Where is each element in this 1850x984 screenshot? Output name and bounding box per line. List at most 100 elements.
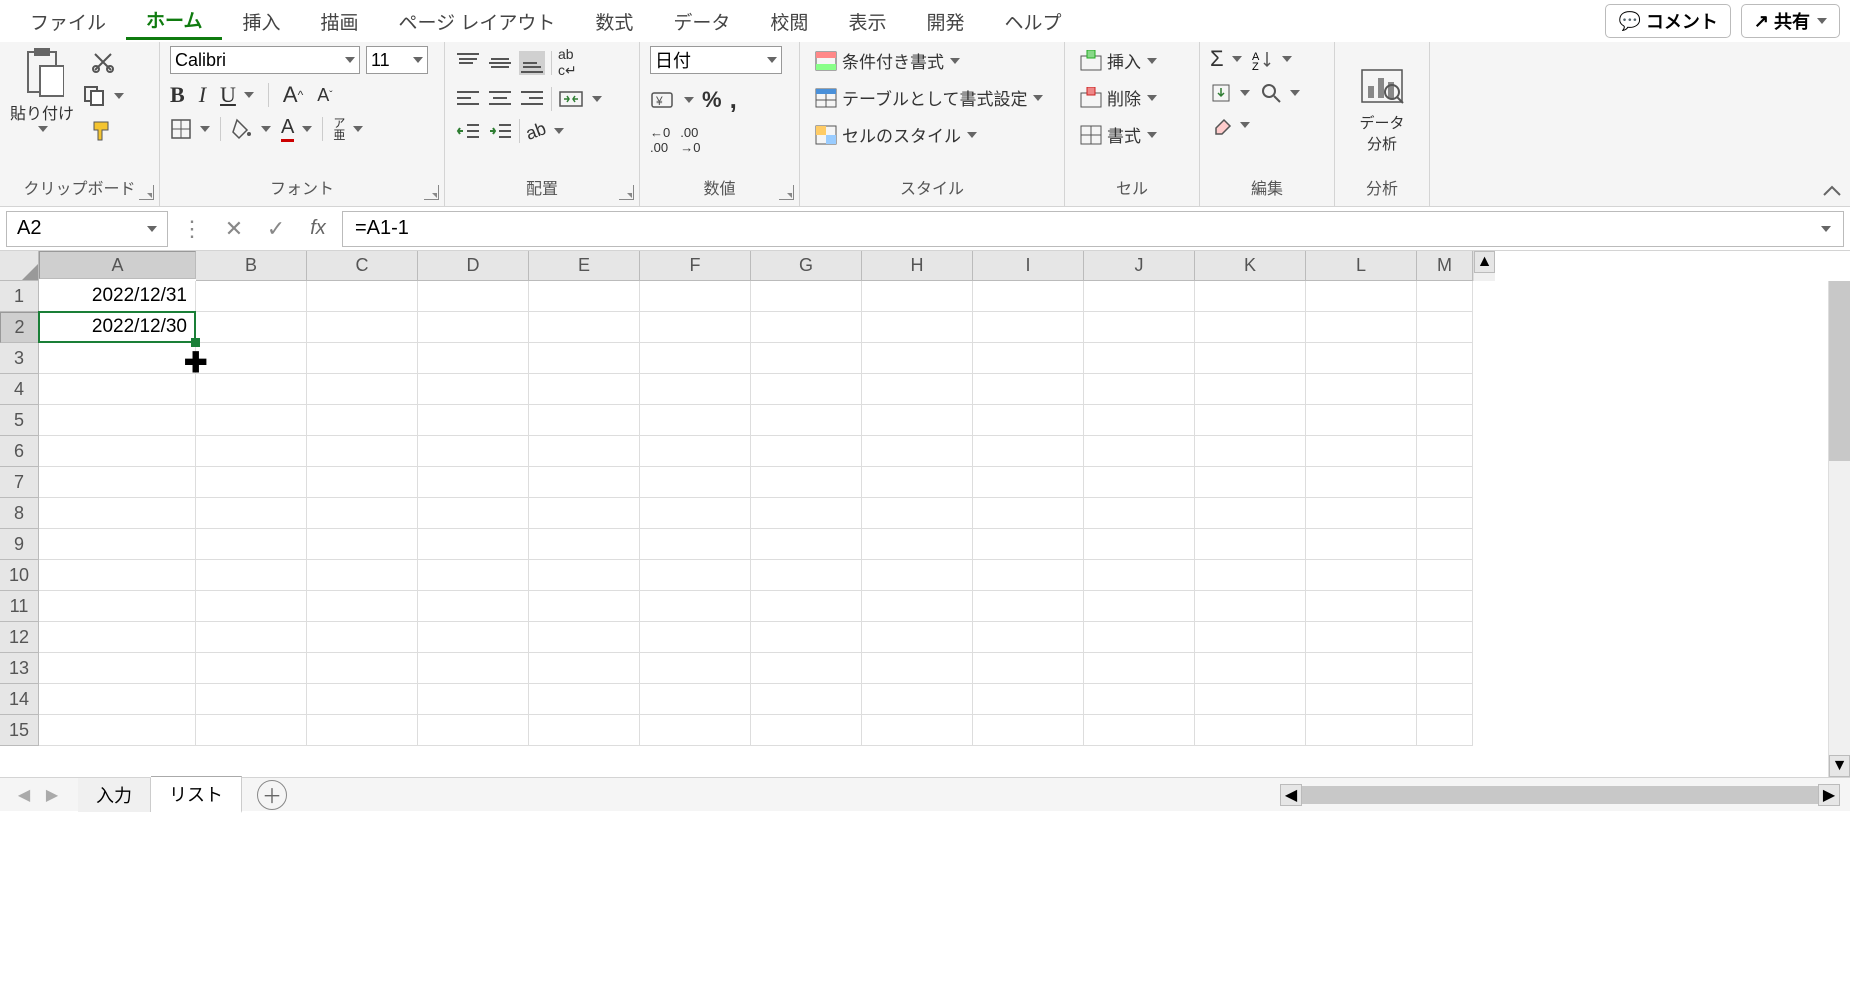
format-as-table-button[interactable]: テーブルとして書式設定 [810,83,1047,112]
cell-I9[interactable] [973,529,1084,560]
align-middle-button[interactable] [487,51,513,75]
cell-I6[interactable] [973,436,1084,467]
cell-J7[interactable] [1084,467,1195,498]
cell-K15[interactable] [1195,715,1306,746]
insert-cells-button[interactable]: 挿入 [1075,46,1161,75]
cell-I13[interactable] [973,653,1084,684]
cell-F6[interactable] [640,436,751,467]
cell-H10[interactable] [862,560,973,591]
cell-F14[interactable] [640,684,751,715]
cell-C2[interactable] [307,312,418,343]
cell-G12[interactable] [751,622,862,653]
cell-E10[interactable] [529,560,640,591]
cell-L8[interactable] [1306,498,1417,529]
accounting-format-button[interactable]: ¥ [650,89,694,111]
row-header-2[interactable]: 2 [0,312,39,343]
cell-G15[interactable] [751,715,862,746]
row-header-1[interactable]: 1 [0,281,39,312]
cell-F15[interactable] [640,715,751,746]
cell-L9[interactable] [1306,529,1417,560]
cell-J13[interactable] [1084,653,1195,684]
cell-M11[interactable] [1417,591,1473,622]
cell-K13[interactable] [1195,653,1306,684]
row-header-4[interactable]: 4 [0,374,39,405]
cell-G7[interactable] [751,467,862,498]
cell-C3[interactable] [307,343,418,374]
align-center-button[interactable] [487,87,513,111]
cell-J3[interactable] [1084,343,1195,374]
cell-D13[interactable] [418,653,529,684]
underline-button[interactable]: U [220,82,254,108]
cell-A12[interactable] [39,622,196,653]
column-header-C[interactable]: C [307,251,418,281]
cell-K12[interactable] [1195,622,1306,653]
cell-M8[interactable] [1417,498,1473,529]
borders-button[interactable] [170,118,210,140]
dialog-launcher-icon[interactable] [619,185,634,200]
decrease-font-button[interactable]: Aˇ [317,85,332,106]
cell-E4[interactable] [529,374,640,405]
cell-F9[interactable] [640,529,751,560]
delete-cells-button[interactable]: 削除 [1075,83,1161,112]
cancel-formula-button[interactable]: ✕ [216,211,252,247]
cell-H8[interactable] [862,498,973,529]
cell-M3[interactable] [1417,343,1473,374]
cell-G9[interactable] [751,529,862,560]
scroll-up-button[interactable]: ▲ [1474,251,1495,273]
cell-A10[interactable] [39,560,196,591]
cell-M5[interactable] [1417,405,1473,436]
cell-C13[interactable] [307,653,418,684]
cell-L11[interactable] [1306,591,1417,622]
cell-B5[interactable] [196,405,307,436]
orientation-button[interactable]: ab [526,121,564,142]
cell-B4[interactable] [196,374,307,405]
cell-D1[interactable] [418,281,529,312]
cell-G1[interactable] [751,281,862,312]
cell-A8[interactable] [39,498,196,529]
cell-M9[interactable] [1417,529,1473,560]
tab-review[interactable]: 校閲 [750,4,828,39]
cell-J1[interactable] [1084,281,1195,312]
cell-E11[interactable] [529,591,640,622]
scroll-left-button[interactable]: ◀ [1280,784,1302,806]
column-header-D[interactable]: D [418,251,529,281]
align-top-button[interactable] [455,51,481,75]
cell-K3[interactable] [1195,343,1306,374]
row-header-5[interactable]: 5 [0,405,39,436]
cell-C9[interactable] [307,529,418,560]
cell-M1[interactable] [1417,281,1473,312]
cell-A9[interactable] [39,529,196,560]
phonetic-button[interactable]: ア 亜 [333,117,363,141]
fb-handle[interactable]: ⋮ [174,211,210,247]
tab-home[interactable]: ホーム [126,2,222,40]
cell-L3[interactable] [1306,343,1417,374]
cell-M12[interactable] [1417,622,1473,653]
cell-H5[interactable] [862,405,973,436]
cell-E2[interactable] [529,312,640,343]
cell-J5[interactable] [1084,405,1195,436]
cell-E12[interactable] [529,622,640,653]
clear-button[interactable] [1210,114,1250,136]
cell-E3[interactable] [529,343,640,374]
comma-button[interactable]: , [730,84,737,115]
cell-M4[interactable] [1417,374,1473,405]
cell-H12[interactable] [862,622,973,653]
cell-B11[interactable] [196,591,307,622]
cell-G10[interactable] [751,560,862,591]
cell-A5[interactable] [39,405,196,436]
cell-G6[interactable] [751,436,862,467]
cell-I12[interactable] [973,622,1084,653]
decrease-indent-button[interactable] [455,120,481,142]
analyze-data-button[interactable]: データ 分析 [1358,64,1406,154]
row-header-8[interactable]: 8 [0,498,39,529]
cell-H14[interactable] [862,684,973,715]
row-header-11[interactable]: 11 [0,591,39,622]
cell-B6[interactable] [196,436,307,467]
cell-J2[interactable] [1084,312,1195,343]
cell-K8[interactable] [1195,498,1306,529]
autosum-button[interactable]: Σ [1210,46,1242,72]
cell-B3[interactable] [196,343,307,374]
column-header-G[interactable]: G [751,251,862,281]
cell-E14[interactable] [529,684,640,715]
cell-F4[interactable] [640,374,751,405]
